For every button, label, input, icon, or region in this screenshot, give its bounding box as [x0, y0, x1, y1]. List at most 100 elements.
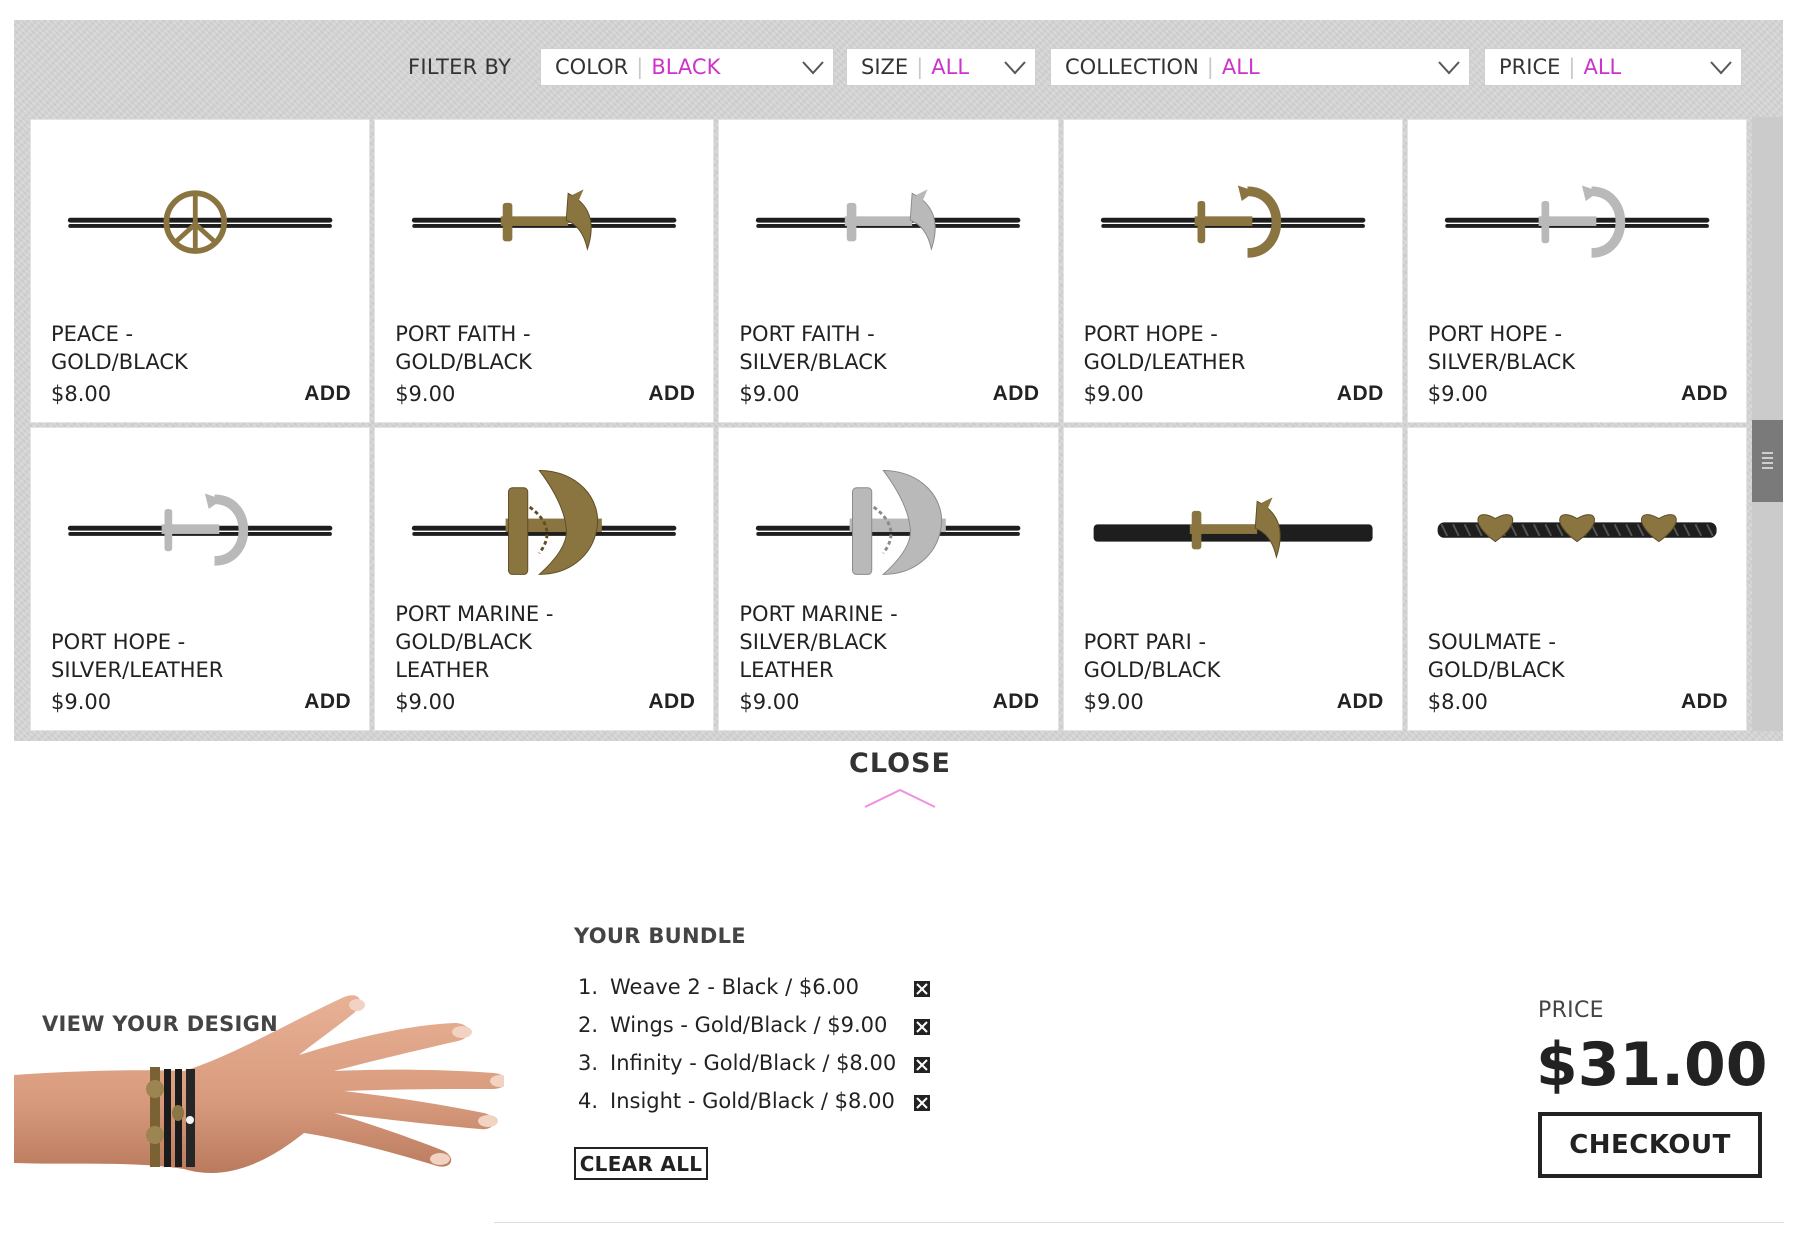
product-grid: PEACE - GOLD/BLACK $8.00 ADD PORT FAITH -… — [30, 119, 1747, 731]
grip-line — [1762, 462, 1773, 464]
price-label: PRICE — [1538, 998, 1604, 1023]
bracelet-image — [412, 469, 677, 575]
bundle-list: 1. Weave 2 - Black / $6.00 2. Wings - Gold… — [578, 972, 930, 1124]
chevron-down-icon — [802, 61, 824, 75]
price-value: $31.00 — [1536, 1030, 1768, 1100]
grip-line — [1762, 457, 1773, 459]
close-label: CLOSE — [849, 748, 951, 779]
product-name: PORT PARI - GOLD/BLACK — [1083, 630, 1221, 682]
product-tile[interactable]: PORT PARI - GOLD/BLACK $9.00 ADD — [1062, 427, 1403, 731]
bracelet-image — [412, 189, 677, 251]
price-filter-dropdown[interactable]: PRICE | ALL — [1484, 48, 1742, 86]
product-thumbnail[interactable] — [51, 458, 349, 608]
product-tile[interactable]: PORT HOPE - GOLD/LEATHER $9.00 ADD — [1062, 119, 1403, 423]
filter-value: ALL — [931, 55, 970, 79]
product-thumbnail[interactable] — [51, 150, 349, 300]
filter-name: PRICE — [1499, 55, 1561, 79]
product-tile[interactable]: SOULMATE - GOLD/BLACK $8.00 ADD — [1406, 427, 1747, 731]
product-name: PORT MARINE - GOLD/BLACK LEATHER — [395, 602, 554, 682]
product-price: $9.00 — [395, 382, 456, 406]
chevron-down-icon — [1438, 61, 1460, 75]
bundle-item-number: 3. — [578, 1051, 599, 1075]
chevron-down-icon — [1710, 61, 1732, 75]
product-browser: FILTER BY COLOR | BLACK SIZE | ALL COLLECTIO… — [14, 20, 1783, 741]
bracelet-image — [1100, 185, 1365, 258]
add-to-bundle-button[interactable]: ADD — [1337, 690, 1384, 714]
color-filter-dropdown[interactable]: COLOR | BLACK — [540, 48, 834, 86]
add-to-bundle-button[interactable]: ADD — [993, 690, 1040, 714]
product-tile[interactable]: PORT MARINE - SILVER/BLACK LEATHER $9.00 A… — [718, 427, 1059, 731]
product-thumbnail[interactable] — [1084, 458, 1382, 608]
product-thumbnail[interactable] — [395, 458, 693, 608]
bracelet-image — [756, 189, 1021, 251]
product-price: $9.00 — [1427, 382, 1488, 406]
product-name: PORT FAITH - GOLD/BLACK — [395, 322, 532, 374]
filter-bar: FILTER BY COLOR | BLACK SIZE | ALL COLLECTIO… — [14, 48, 1783, 86]
product-tile[interactable]: PORT FAITH - SILVER/BLACK $9.00 ADD — [718, 119, 1059, 423]
remove-item-icon[interactable] — [914, 981, 930, 997]
product-price: $9.00 — [1083, 382, 1144, 406]
scrollbar-thumb[interactable] — [1752, 420, 1783, 502]
chevron-down-icon — [1004, 61, 1026, 75]
bundle-item: 4. Insight - Gold/Black / $8.00 — [578, 1086, 930, 1124]
product-tile[interactable]: PORT FAITH - GOLD/BLACK $9.00 ADD — [374, 119, 715, 423]
divider — [494, 1222, 1784, 1223]
product-thumbnail[interactable] — [395, 150, 693, 300]
product-tile[interactable]: PEACE - GOLD/BLACK $8.00 ADD — [30, 119, 371, 423]
bracelet-image — [1444, 185, 1710, 258]
add-to-bundle-button[interactable]: ADD — [304, 382, 351, 406]
product-price: $9.00 — [51, 690, 112, 714]
product-price: $8.00 — [51, 382, 112, 406]
grip-line — [1762, 467, 1773, 469]
product-name: PEACE - GOLD/BLACK — [51, 322, 188, 374]
filter-separator: | — [1568, 55, 1576, 79]
bracelet-image — [67, 190, 333, 254]
product-price: $9.00 — [739, 690, 800, 714]
product-thumbnail[interactable] — [1428, 458, 1726, 608]
product-thumbnail[interactable] — [1084, 150, 1382, 300]
add-to-bundle-button[interactable]: ADD — [1681, 382, 1728, 406]
add-to-bundle-button[interactable]: ADD — [304, 690, 351, 714]
filter-by-label: FILTER BY — [408, 55, 512, 79]
bundle-item: 3. Infinity - Gold/Black / $8.00 — [578, 1048, 930, 1086]
remove-item-icon[interactable] — [914, 1095, 930, 1111]
product-thumbnail[interactable] — [1428, 150, 1726, 300]
clear-all-button[interactable]: CLEAR ALL — [574, 1147, 708, 1180]
bundle-item-text: Wings - Gold/Black / $9.00 — [610, 1013, 888, 1037]
checkout-button[interactable]: CHECKOUT — [1538, 1112, 1762, 1178]
product-tile[interactable]: PORT HOPE - SILVER/BLACK $9.00 ADD — [1406, 119, 1747, 423]
product-name: PORT HOPE - GOLD/LEATHER — [1083, 322, 1246, 374]
bracelet-image — [1437, 514, 1717, 543]
product-tile[interactable]: PORT HOPE - SILVER/LEATHER $9.00 ADD — [30, 427, 371, 731]
filter-value: ALL — [1583, 55, 1622, 79]
bracelet-image — [67, 493, 333, 566]
size-filter-dropdown[interactable]: SIZE | ALL — [846, 48, 1036, 86]
product-thumbnail[interactable] — [739, 458, 1037, 608]
product-price: $9.00 — [739, 382, 800, 406]
product-price: $9.00 — [1083, 690, 1144, 714]
product-tile[interactable]: PORT MARINE - GOLD/BLACK LEATHER $9.00 ADD — [374, 427, 715, 731]
close-button[interactable]: CLOSE — [840, 748, 960, 809]
bracelet-image — [756, 469, 1021, 575]
filter-separator: | — [916, 55, 924, 79]
bracelet-image — [1093, 497, 1373, 559]
add-to-bundle-button[interactable]: ADD — [648, 690, 695, 714]
bundle-item-text: Weave 2 - Black / $6.00 — [610, 975, 859, 999]
add-to-bundle-button[interactable]: ADD — [648, 382, 695, 406]
filter-separator: | — [636, 55, 644, 79]
bundle-item-text: Infinity - Gold/Black / $8.00 — [610, 1051, 897, 1075]
grip-line — [1762, 452, 1773, 454]
collection-filter-dropdown[interactable]: COLLECTION | ALL — [1050, 48, 1470, 86]
bundle-item-number: 1. — [578, 975, 599, 999]
product-thumbnail[interactable] — [739, 150, 1037, 300]
add-to-bundle-button[interactable]: ADD — [1681, 690, 1728, 714]
filter-separator: | — [1206, 55, 1214, 79]
remove-item-icon[interactable] — [914, 1019, 930, 1035]
bundle-item-number: 4. — [578, 1089, 599, 1113]
remove-item-icon[interactable] — [914, 1057, 930, 1073]
product-name: PORT FAITH - SILVER/BLACK — [739, 322, 887, 374]
add-to-bundle-button[interactable]: ADD — [993, 382, 1040, 406]
add-to-bundle-button[interactable]: ADD — [1337, 382, 1384, 406]
filter-name: COLLECTION — [1065, 55, 1199, 79]
product-price: $9.00 — [395, 690, 456, 714]
